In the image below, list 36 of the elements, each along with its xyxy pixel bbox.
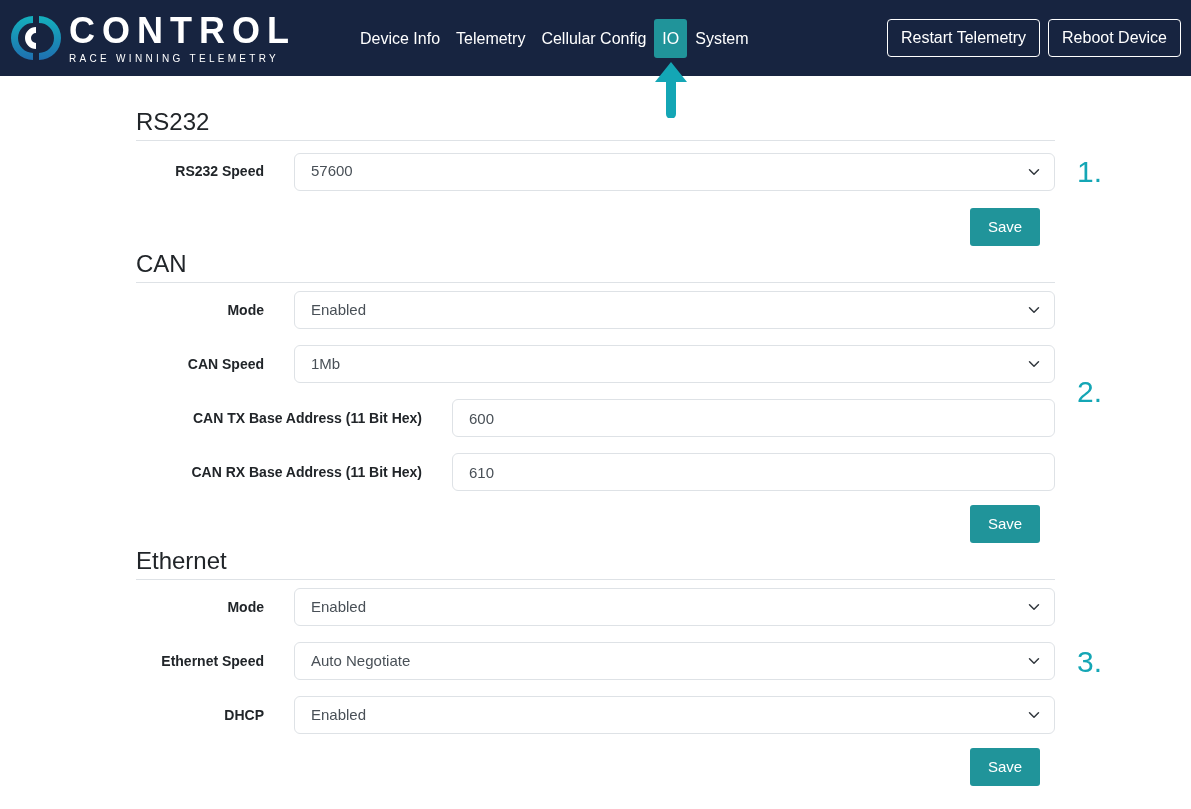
header-button[interactable]: Reboot Device <box>1048 19 1181 57</box>
section-title: RS232 <box>136 110 1055 141</box>
select-field[interactable]: 57600 <box>294 152 1055 191</box>
nav-tab[interactable]: Device Info <box>352 18 449 58</box>
header-button[interactable]: Restart Telemetry <box>886 19 1041 57</box>
input-field[interactable]: 610 <box>452 453 1055 491</box>
select-field[interactable]: Enabled <box>294 588 1055 626</box>
save-button[interactable]: Save <box>970 748 1040 786</box>
save-button[interactable]: Save <box>970 208 1040 246</box>
section-title: Ethernet <box>136 549 1055 580</box>
nav-tab[interactable]: System <box>687 18 757 58</box>
logo-tagline: RACE WINNING TELEMETRY <box>69 53 281 64</box>
field-label: CAN Speed <box>186 354 265 374</box>
select-field[interactable]: Enabled <box>294 291 1055 329</box>
nav-tab[interactable]: IO <box>654 18 688 58</box>
select-field[interactable]: Enabled <box>294 696 1055 734</box>
select-field[interactable]: 1Mb <box>294 345 1055 383</box>
nav-tab[interactable]: Cellular Config <box>533 18 655 58</box>
field-label: Mode <box>226 597 265 617</box>
field-label: DHCP <box>223 705 265 725</box>
select-field[interactable]: Auto Negotiate <box>294 642 1055 680</box>
input-field[interactable]: 600 <box>452 399 1055 437</box>
nav-tab[interactable]: Telemetry <box>448 18 534 58</box>
section-title: CAN <box>136 252 1055 283</box>
field-label: CAN RX Base Address (11 Bit Hex) <box>190 462 423 482</box>
step-number: 2. <box>1077 373 1103 410</box>
field-label: Ethernet Speed <box>160 651 265 671</box>
step-number: 3. <box>1077 643 1103 680</box>
logo-text: CONTROL <box>69 12 296 49</box>
step-number: 1. <box>1077 154 1103 190</box>
field-label: CAN TX Base Address (11 Bit Hex) <box>192 408 423 428</box>
save-button[interactable]: Save <box>970 505 1040 543</box>
field-label: RS232 Speed <box>174 162 265 181</box>
logo-icon <box>11 13 61 63</box>
pointer-arrow <box>654 61 687 118</box>
field-label: Mode <box>226 300 265 320</box>
